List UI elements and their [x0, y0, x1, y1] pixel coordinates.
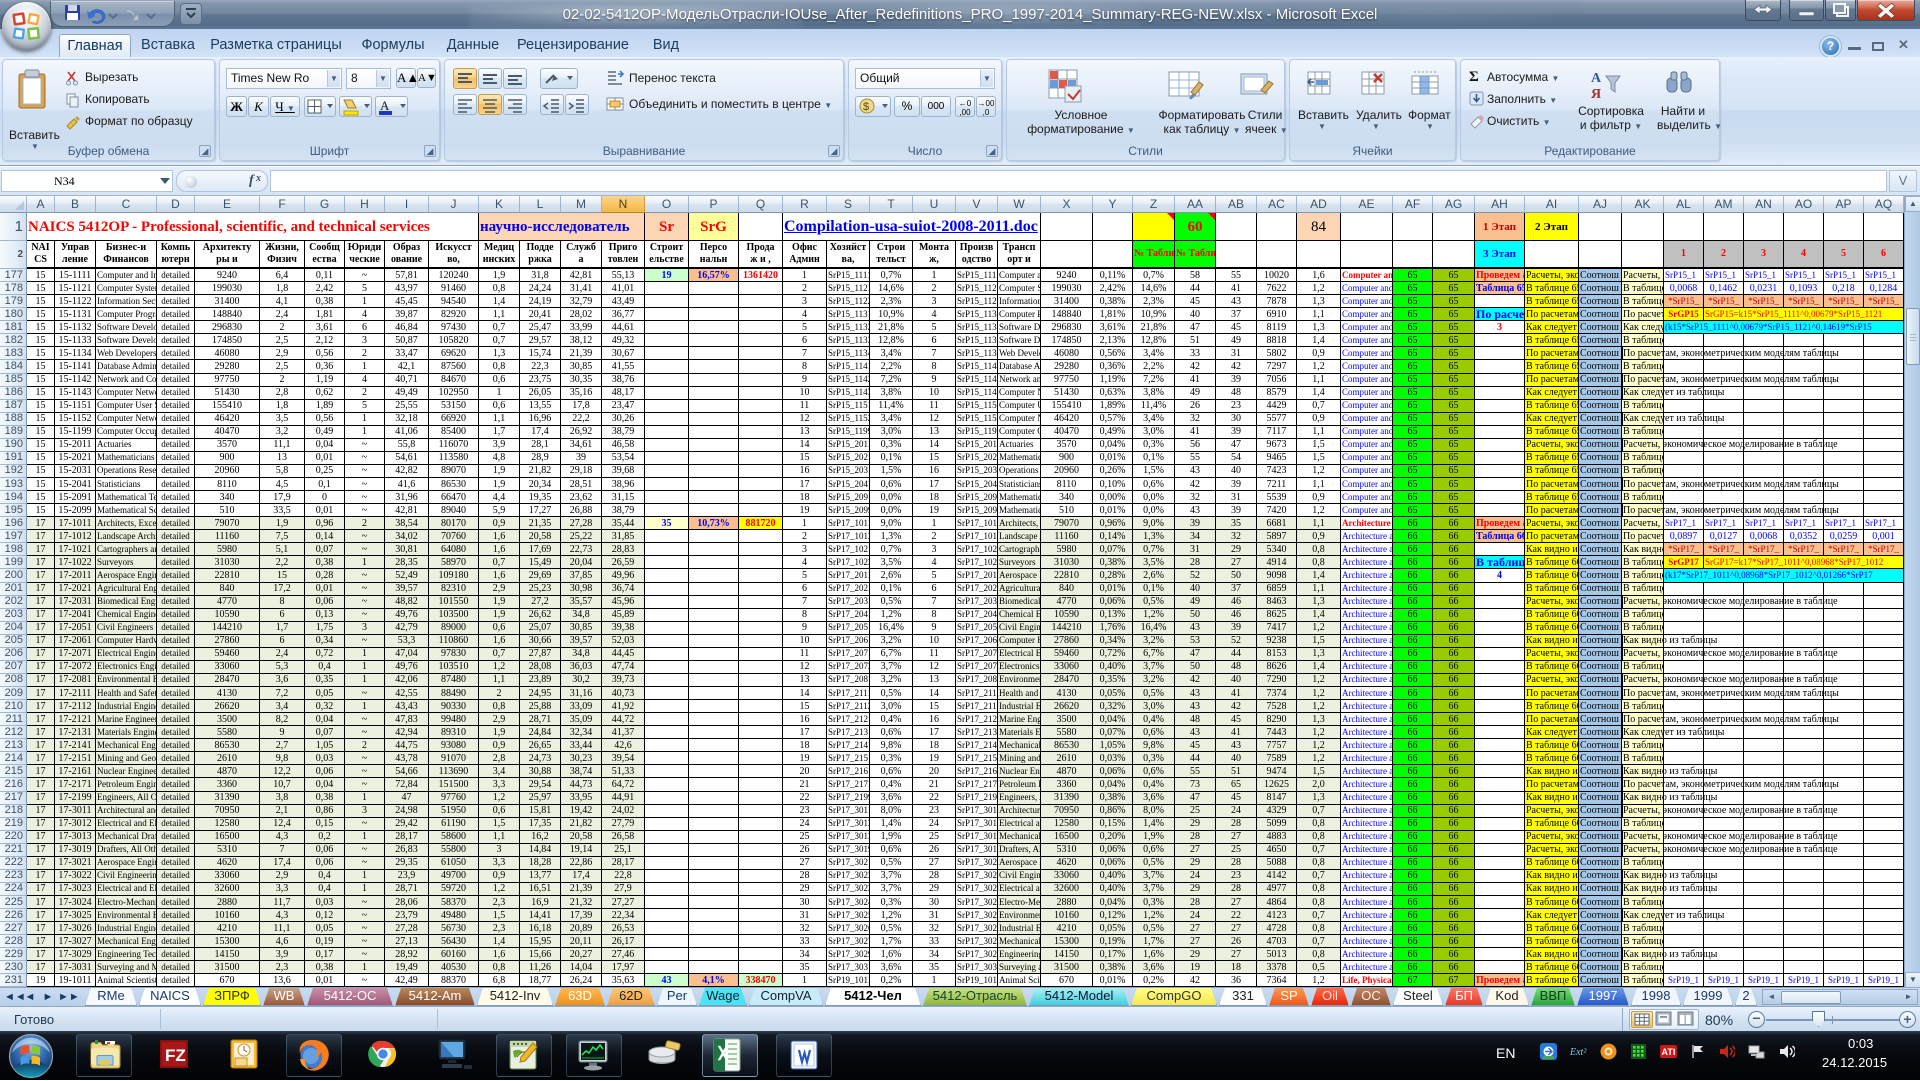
- svg-text:ATI: ATI: [1662, 1047, 1676, 1057]
- svg-text:$: $: [863, 101, 869, 113]
- svg-text:Ext²: Ext²: [1570, 1047, 1587, 1058]
- svg-text:A: A: [380, 98, 390, 113]
- svg-text:Я: Я: [1591, 87, 1601, 102]
- svg-text:FZ: FZ: [165, 1046, 186, 1065]
- svg-text:А: А: [1591, 71, 1602, 86]
